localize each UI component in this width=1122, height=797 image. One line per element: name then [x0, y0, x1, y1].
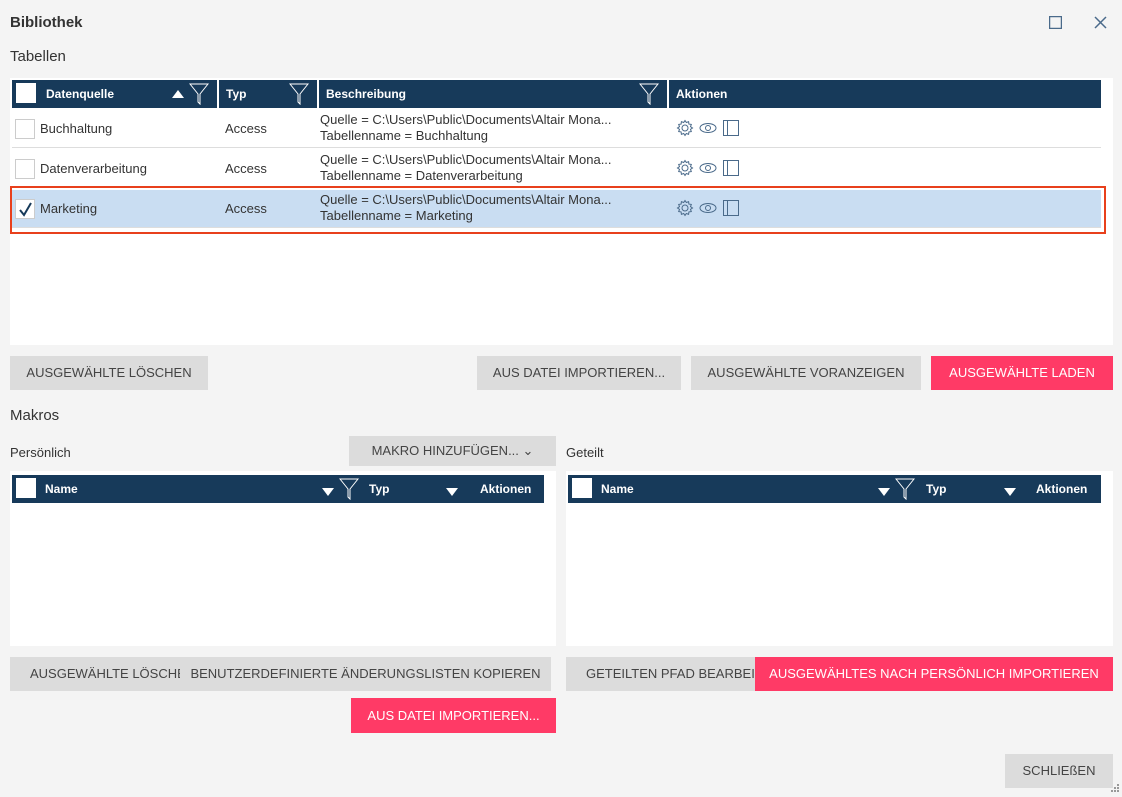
- filter-icon[interactable]: [639, 83, 659, 105]
- column-header-typ[interactable]: Typ: [926, 475, 946, 503]
- row-typ: Access: [225, 161, 267, 176]
- sort-desc-icon[interactable]: [322, 485, 334, 499]
- sort-desc-icon[interactable]: [878, 485, 890, 499]
- personal-macros-header: Name Typ Aktionen: [12, 475, 544, 503]
- panel-view-icon[interactable]: [722, 119, 740, 137]
- import-from-file-button[interactable]: AUS DATEI IMPORTIEREN...: [477, 356, 681, 390]
- column-header-name[interactable]: Name: [45, 475, 78, 503]
- shared-macros-header: Name Typ Aktionen: [568, 475, 1101, 503]
- shared-label: Geteilt: [566, 445, 604, 460]
- row-typ: Access: [225, 121, 267, 136]
- add-macro-dropdown[interactable]: MAKRO HINZUFÜGEN... ⌄: [349, 436, 556, 466]
- maximize-icon[interactable]: [1049, 16, 1062, 29]
- row-tablename: Tabellenname = Buchhaltung: [320, 128, 489, 143]
- column-header-name[interactable]: Name: [601, 475, 634, 503]
- table-row[interactable]: Buchhaltung Access Quelle = C:\Users\Pub…: [12, 110, 1101, 148]
- add-macro-label: MAKRO HINZUFÜGEN...: [371, 443, 519, 458]
- sort-asc-icon[interactable]: [172, 80, 184, 108]
- sort-desc-icon[interactable]: [1004, 485, 1016, 499]
- personal-macros-grid: Name Typ Aktionen: [10, 471, 556, 646]
- settings-gear-icon[interactable]: [676, 159, 694, 177]
- tables-header: Datenquelle Typ Beschreibung Aktionen: [12, 80, 1101, 108]
- column-header-aktionen: Aktionen: [676, 87, 728, 101]
- column-header-aktionen: Aktionen: [480, 482, 532, 496]
- row-datenquelle: Buchhaltung: [40, 121, 113, 136]
- shared-macros-grid: Name Typ Aktionen: [566, 471, 1113, 646]
- row-checkbox[interactable]: [15, 159, 35, 179]
- filter-icon[interactable]: [339, 478, 359, 500]
- row-checkbox[interactable]: [15, 119, 35, 139]
- row-datenquelle: Datenverarbeitung: [40, 161, 147, 176]
- row-tablename: Tabellenname = Datenverarbeitung: [320, 168, 523, 183]
- filter-icon[interactable]: [189, 83, 209, 105]
- selection-highlight: [10, 186, 1106, 234]
- edit-shared-path-button[interactable]: GETEILTEN PFAD BEARBEITEN: [566, 657, 766, 691]
- preview-eye-icon[interactable]: [698, 159, 718, 177]
- row-actions: [676, 159, 740, 177]
- macros-section-title: Makros: [10, 407, 60, 424]
- panel-view-icon[interactable]: [722, 159, 740, 177]
- column-header-typ[interactable]: Typ: [369, 475, 389, 503]
- filter-icon[interactable]: [289, 83, 309, 105]
- window-title: Bibliothek: [10, 14, 83, 31]
- column-header-datenquelle[interactable]: Datenquelle: [46, 80, 114, 108]
- select-all-checkbox[interactable]: [16, 83, 36, 103]
- sort-desc-icon[interactable]: [446, 485, 458, 499]
- column-header-beschreibung[interactable]: Beschreibung: [326, 87, 406, 101]
- select-all-checkbox[interactable]: [16, 478, 36, 498]
- preview-selected-button[interactable]: AUSGEWÄHLTE VORANZEIGEN: [691, 356, 921, 390]
- resize-grip-icon[interactable]: [1108, 783, 1120, 795]
- table-row[interactable]: Datenverarbeitung Access Quelle = C:\Use…: [12, 150, 1101, 188]
- preview-eye-icon[interactable]: [698, 119, 718, 137]
- row-source: Quelle = C:\Users\Public\Documents\Altai…: [320, 112, 612, 127]
- row-source: Quelle = C:\Users\Public\Documents\Altai…: [320, 152, 612, 167]
- row-beschreibung: Quelle = C:\Users\Public\Documents\Altai…: [320, 112, 612, 144]
- delete-selected-macros-button[interactable]: AUSGEWÄHLTE LÖSCHEN: [10, 657, 190, 691]
- close-icon[interactable]: [1094, 16, 1107, 29]
- load-selected-button[interactable]: AUSGEWÄHLTE LADEN: [931, 356, 1113, 390]
- select-all-checkbox[interactable]: [572, 478, 592, 498]
- row-actions: [676, 119, 740, 137]
- row-beschreibung: Quelle = C:\Users\Public\Documents\Altai…: [320, 152, 612, 184]
- settings-gear-icon[interactable]: [676, 119, 694, 137]
- chevron-down-icon: ⌄: [522, 443, 534, 458]
- import-macro-from-file-button[interactable]: AUS DATEI IMPORTIEREN...: [351, 698, 556, 733]
- column-header-typ[interactable]: Typ: [226, 87, 246, 101]
- personal-label: Persönlich: [10, 445, 71, 460]
- copy-changelists-button[interactable]: BENUTZERDEFINIERTE ÄNDERUNGSLISTEN KOPIE…: [180, 657, 551, 691]
- tables-section-title: Tabellen: [10, 48, 66, 65]
- import-to-personal-button[interactable]: AUSGEWÄHLTES NACH PERSÖNLICH IMPORTIEREN: [755, 657, 1113, 691]
- filter-icon[interactable]: [895, 478, 915, 500]
- column-header-aktionen: Aktionen: [1036, 482, 1088, 496]
- delete-selected-tables-button[interactable]: AUSGEWÄHLTE LÖSCHEN: [10, 356, 208, 390]
- close-button[interactable]: SCHLIEßEN: [1005, 754, 1113, 788]
